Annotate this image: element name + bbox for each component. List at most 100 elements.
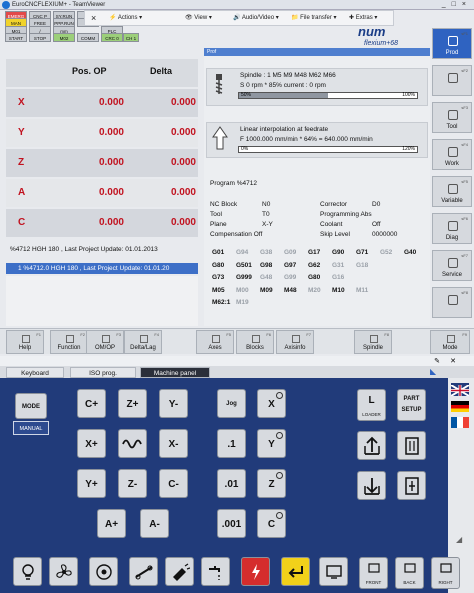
right-label: RIGHT [438, 580, 453, 585]
program-selected-row[interactable]: 1 %4712.0 HGH 180 , Last Project Update:… [6, 263, 198, 274]
maximize-button[interactable]: □ [452, 1, 462, 8]
increment-0-001[interactable]: .001 [217, 509, 246, 538]
softkey-om-op[interactable]: F3 OM/OP [86, 330, 124, 354]
resize-grip-icon[interactable]: ◢ [456, 535, 462, 544]
french-flag-icon[interactable] [451, 415, 469, 428]
axis-row-c: C 0.000 0.000 [6, 209, 198, 237]
mode-button[interactable]: MODE [15, 393, 47, 419]
softkey-function[interactable]: F2 Function [50, 330, 88, 354]
tab-service[interactable]: sF7 Service [432, 250, 472, 281]
softkey-blocks[interactable]: F6 Blocks [236, 330, 274, 354]
enter-button[interactable] [281, 557, 310, 586]
softkey-icon [102, 335, 110, 343]
info-v22: Off [372, 221, 381, 228]
program-list-area[interactable] [6, 276, 198, 326]
gcode-cell: G16 [332, 274, 345, 281]
tab-keyboard[interactable]: Keyboard [6, 367, 64, 378]
separator: ✎ ✕ [0, 356, 474, 366]
audio-video-menu[interactable]: 🔊 Audio/Video ▾ [233, 11, 279, 25]
extras-menu[interactable]: ✚ Extras ▾ [349, 11, 377, 25]
jog-a-minus[interactable]: A- [140, 509, 169, 538]
toolbar-close-button[interactable]: × [91, 11, 96, 25]
german-flag-icon[interactable] [451, 399, 469, 412]
load-up-button[interactable] [357, 431, 386, 460]
coolant-button[interactable] [201, 557, 230, 586]
axis-name: X [18, 97, 25, 108]
jog-y-minus[interactable]: Y- [159, 389, 188, 418]
teamviewer-toolbar: × ⚡ Actions ▾ 👁 View ▾ 🔊 Audio/Video ▾ 📁… [84, 10, 394, 26]
load-down-button[interactable] [357, 471, 386, 500]
handwheel-x[interactable]: X [257, 389, 286, 418]
increment-0-01[interactable]: .01 [217, 469, 246, 498]
softkey-axes[interactable]: F5 Axes [196, 330, 234, 354]
tab-prod[interactable]: sF1 Prod [432, 28, 472, 59]
tool-change-button[interactable] [89, 557, 118, 586]
handwheel-y[interactable]: Y [257, 429, 286, 458]
file-transfer-menu[interactable]: 📁 File transfer ▾ [291, 11, 337, 25]
window-controls[interactable]: _□× [442, 0, 472, 10]
softkey-axisinfo[interactable]: F7 Axisinfo [276, 330, 314, 354]
lamp-button[interactable] [13, 557, 42, 586]
softkey-mode[interactable]: F9 Mode [430, 330, 470, 354]
window-titlebar: EuroCNCFLEXIUM+ - TeamViewer _□× [0, 0, 474, 10]
softkey-help[interactable]: F1 Help [6, 330, 44, 354]
softkey-label: Axes [208, 345, 222, 351]
handwheel-z[interactable]: Z [257, 469, 286, 498]
jog-c-plus[interactable]: C+ [77, 389, 106, 418]
screen-button[interactable] [319, 557, 348, 586]
axis-delta: 0.000 [170, 217, 196, 228]
tool-magazine-icon [95, 564, 112, 580]
jog-y-plus[interactable]: Y+ [77, 469, 106, 498]
door-icon [404, 437, 419, 455]
loader-button[interactable]: L LOADER [357, 389, 386, 421]
minimize-button[interactable]: _ [442, 1, 452, 8]
uk-flag-icon[interactable] [450, 383, 470, 397]
softkey-label: Spindle [362, 345, 383, 351]
softkey-fkey: F3 [116, 332, 121, 337]
chip-conveyor-button[interactable] [129, 557, 158, 586]
right-view-button[interactable]: RIGHT [431, 557, 460, 589]
info-k1: Tool [210, 211, 222, 218]
jog-a-plus[interactable]: A+ [97, 509, 126, 538]
tab-variable[interactable]: sF5 Variable [432, 176, 472, 207]
increment-0-1[interactable]: .1 [217, 429, 246, 458]
jog-mode-button[interactable]: Jog [217, 389, 246, 418]
fan-icon [55, 564, 72, 578]
softkey-icon [140, 335, 148, 343]
handwheel-c[interactable]: C [257, 509, 286, 538]
clamp-button[interactable] [397, 471, 426, 500]
part-setup-button[interactable]: PART SETUP [397, 389, 426, 421]
tab-blank-1[interactable]: sF2 [432, 65, 472, 96]
jog-z-plus[interactable]: Z+ [118, 389, 147, 418]
collapse-icon[interactable]: ◣ [430, 367, 436, 376]
jog-c-minus[interactable]: C- [159, 469, 188, 498]
tab-blank-7[interactable]: sF8 [432, 287, 472, 318]
back-view-button[interactable]: BACK [395, 557, 424, 589]
faucet-icon [208, 566, 220, 580]
jog-x-minus[interactable]: X- [159, 429, 188, 458]
jog-z-minus[interactable]: Z- [118, 469, 147, 498]
softkey-label: Function [57, 345, 81, 351]
gcode-cell: M19 [236, 299, 249, 306]
close-window-button[interactable]: × [462, 1, 472, 8]
view-menu[interactable]: 👁 View ▾ [185, 11, 212, 25]
tab-work[interactable]: sF4 Work [432, 139, 472, 170]
pencil-icon[interactable]: ✎ [434, 357, 440, 365]
softkey-delta-lag[interactable]: F4 Delta/Lag [124, 330, 162, 354]
tab-iso-prog[interactable]: ISO prog. [70, 367, 136, 378]
close-panel-icon[interactable]: ✕ [450, 357, 456, 365]
front-view-button[interactable]: FRONT [359, 557, 388, 589]
jog-x-plus[interactable]: X+ [77, 429, 106, 458]
view-label: View [194, 15, 208, 21]
door-button[interactable] [397, 431, 426, 460]
power-button[interactable] [241, 557, 270, 586]
tab-tool[interactable]: sF3 Tool [432, 102, 472, 133]
tab-diag[interactable]: sF6 Diag [432, 213, 472, 244]
tab-icon [448, 73, 458, 83]
softkey-spindle[interactable]: F8 Spindle [354, 330, 392, 354]
tab-machine-panel[interactable]: Machine panel [140, 367, 210, 378]
actions-menu[interactable]: ⚡ Actions ▾ [109, 11, 142, 25]
coolant-gun-button[interactable] [165, 557, 194, 586]
fan-button[interactable] [49, 557, 78, 586]
rapid-button[interactable] [118, 429, 147, 458]
